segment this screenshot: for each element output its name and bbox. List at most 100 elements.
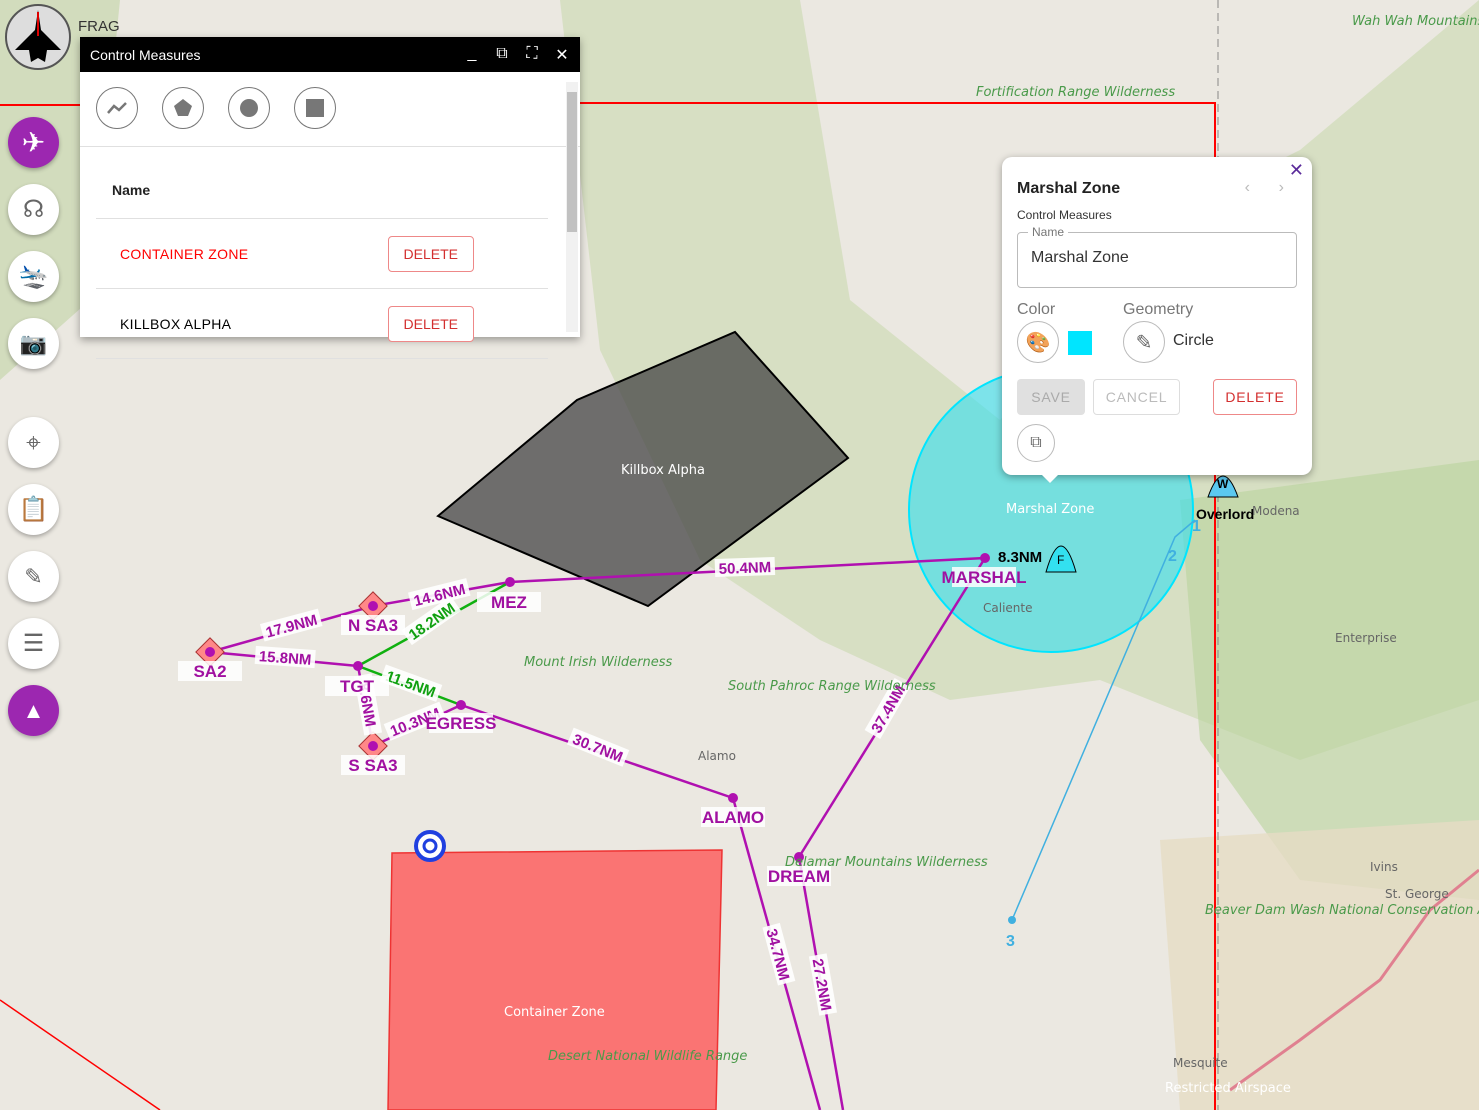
minimize-icon[interactable]: _ bbox=[464, 45, 480, 65]
orbit-label: W bbox=[1217, 477, 1229, 491]
name-label: Name bbox=[1028, 225, 1069, 239]
container-zone[interactable] bbox=[387, 849, 723, 1110]
town-label: Ivins bbox=[1370, 860, 1398, 874]
close-icon[interactable]: ✕ bbox=[1289, 160, 1304, 181]
landing-button[interactable]: 🛬 bbox=[8, 251, 59, 302]
map-area-label: Wah Wah Mountains Wilderness Study Area bbox=[1352, 14, 1479, 29]
name-input[interactable]: Name Marshal Zone bbox=[1017, 225, 1297, 288]
town-label: Enterprise bbox=[1335, 631, 1397, 645]
clipboard-button[interactable]: 📋 bbox=[8, 484, 59, 535]
delete-button[interactable]: DELETE bbox=[387, 235, 474, 272]
name-value: Marshal Zone bbox=[1031, 249, 1129, 266]
shapes-icon: ▲ bbox=[22, 697, 45, 723]
locate-button[interactable]: ⌖ bbox=[8, 417, 59, 468]
geometry-label: Geometry bbox=[1123, 301, 1194, 318]
item-name: CONTAINER ZONE bbox=[120, 245, 249, 262]
edit-clipboard-button[interactable]: ✎ bbox=[8, 551, 59, 602]
town-label: St. George bbox=[1385, 887, 1449, 901]
distance-label: 8.3NM bbox=[998, 549, 1042, 566]
waypoint-dot bbox=[728, 793, 738, 803]
color-swatch[interactable] bbox=[1068, 331, 1092, 355]
overlord-label: Overlord bbox=[1196, 506, 1254, 522]
palette-icon: 🎨 bbox=[1025, 331, 1051, 354]
map-area-label: Fortification Range Wilderness bbox=[976, 85, 1175, 100]
map-area-label: Delamar Mountains Wilderness bbox=[785, 855, 988, 870]
zone-label: Killbox Alpha bbox=[621, 463, 705, 478]
town-label: Modena bbox=[1252, 504, 1300, 518]
shapes-button[interactable]: ▲ bbox=[8, 685, 59, 736]
copy-icon: ⧉ bbox=[1030, 434, 1042, 451]
zone-label: Container Zone bbox=[504, 1005, 605, 1020]
waypoint-dot bbox=[368, 741, 378, 751]
list-item[interactable]: CONTAINER ZONE DELETE bbox=[96, 219, 548, 289]
edit-geometry-button[interactable]: ✎ bbox=[1123, 321, 1165, 363]
list-button[interactable]: ☰ bbox=[8, 618, 59, 669]
frag-logo bbox=[5, 4, 71, 70]
list-item[interactable]: KILLBOX ALPHA DELETE bbox=[96, 289, 548, 359]
delete-button[interactable]: DELETE bbox=[1213, 379, 1297, 415]
save-button[interactable]: SAVE bbox=[1017, 379, 1085, 415]
town-label: Caliente bbox=[983, 601, 1032, 615]
fullscreen-icon[interactable]: ⛶ bbox=[524, 45, 540, 65]
panel-title: Control Measures bbox=[90, 46, 201, 63]
popup-title: Marshal Zone bbox=[1017, 180, 1121, 197]
waypoint-label: N SA3 bbox=[348, 616, 398, 635]
prev-icon[interactable]: ‹ bbox=[1245, 179, 1250, 197]
draw-circle-button[interactable] bbox=[228, 87, 270, 129]
marshal-zone-popup: ✕ ‹ › Marshal Zone Control Measures Name… bbox=[1002, 157, 1312, 483]
rectangle-icon bbox=[306, 99, 324, 117]
close-icon[interactable]: ✕ bbox=[554, 45, 570, 65]
pencil-icon: ✎ bbox=[1135, 331, 1153, 354]
waypoint-dot bbox=[505, 577, 515, 587]
orbit-label: F bbox=[1057, 553, 1064, 567]
color-label: Color bbox=[1017, 301, 1056, 318]
point-label: 2 bbox=[1168, 548, 1177, 565]
polyline-icon bbox=[107, 102, 127, 114]
panel-titlebar[interactable]: Control Measures _ ⧉ ⛶ ✕ bbox=[80, 37, 580, 72]
distance-label: 50.4NM bbox=[718, 559, 771, 578]
waypoint-dot bbox=[980, 553, 990, 563]
zone-label: Restricted Airspace bbox=[1165, 1081, 1291, 1096]
waypoint-dot bbox=[368, 601, 378, 611]
headset-icon: ☊ bbox=[22, 196, 45, 223]
map-area-label: Desert National Wildlife Range bbox=[548, 1049, 747, 1064]
waypoint-dot bbox=[353, 661, 363, 671]
map-area-label: Beaver Dam Wash National Conservation Ar… bbox=[1205, 903, 1479, 918]
waypoint-label: S SA3 bbox=[348, 756, 397, 775]
cancel-button[interactable]: CANCEL bbox=[1093, 379, 1180, 415]
popout-icon[interactable]: ⧉ bbox=[494, 45, 510, 65]
distance-label-group: 50.4NM bbox=[714, 556, 776, 578]
landing-icon: 🛬 bbox=[18, 263, 49, 290]
edit-icon: ✎ bbox=[24, 563, 43, 589]
aircraft-button[interactable]: ✈ bbox=[8, 117, 59, 168]
waypoint-label: MARSHAL bbox=[942, 568, 1027, 587]
scrollbar[interactable] bbox=[566, 82, 578, 332]
popup-subtitle: Control Measures bbox=[1017, 208, 1112, 222]
draw-rectangle-button[interactable] bbox=[294, 87, 336, 129]
waypoint-dot bbox=[205, 647, 215, 657]
map-area-label: Mount Irish Wilderness bbox=[524, 655, 672, 670]
bullseye-icon[interactable] bbox=[414, 830, 446, 862]
color-picker-button[interactable]: 🎨 bbox=[1017, 321, 1059, 363]
draw-polyline-button[interactable] bbox=[96, 87, 138, 129]
map-area-label: South Pahroc Range Wilderness bbox=[728, 679, 936, 694]
item-name: KILLBOX ALPHA bbox=[120, 315, 232, 332]
app-name: FRAG bbox=[78, 18, 120, 35]
geometry-value: Circle bbox=[1173, 332, 1214, 349]
polygon-icon bbox=[174, 99, 192, 116]
zone-label: Marshal Zone bbox=[1006, 502, 1094, 517]
town-label: Alamo bbox=[698, 749, 736, 763]
controller-button[interactable]: ☊ bbox=[8, 184, 59, 235]
draw-polygon-button[interactable] bbox=[162, 87, 204, 129]
control-measures-panel: Control Measures _ ⧉ ⛶ ✕ Name CONTAINER … bbox=[80, 37, 580, 359]
waypoint-label: EGRESS bbox=[426, 714, 497, 733]
point-label: 3 bbox=[1006, 933, 1015, 950]
copy-button[interactable]: ⧉ bbox=[1017, 424, 1055, 462]
next-icon[interactable]: › bbox=[1279, 179, 1284, 197]
waypoint-dot bbox=[456, 700, 466, 710]
waypoint-label: MEZ bbox=[491, 593, 527, 612]
camera-button[interactable]: 📷 bbox=[8, 318, 59, 369]
delete-button[interactable]: DELETE bbox=[387, 305, 474, 342]
clipboard-icon: 📋 bbox=[18, 496, 49, 523]
crosshair-icon: ⌖ bbox=[26, 426, 41, 457]
